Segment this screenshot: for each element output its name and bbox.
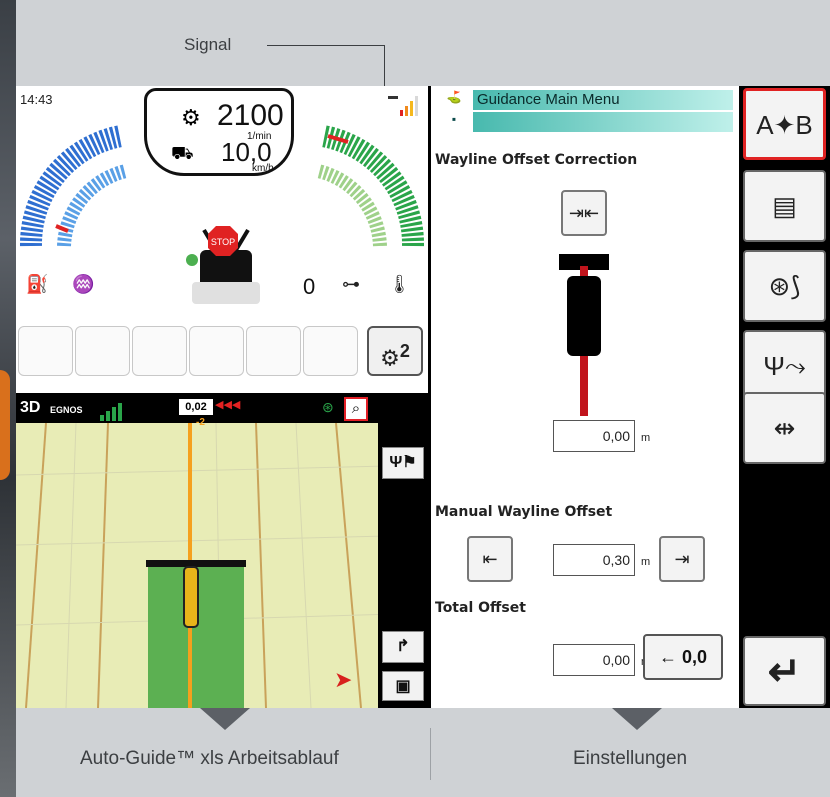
gear-label: 2 xyxy=(399,341,410,361)
guidance-menu-panel: ⛳ ▪ Guidance Main Menu Wayline Offset Co… xyxy=(431,86,739,708)
ab-line-button[interactable]: A✦B xyxy=(743,88,826,160)
correction-source: EGNOS xyxy=(50,405,83,415)
turn-button[interactable]: ↱ xyxy=(382,631,424,663)
total-offset-title: Total Offset xyxy=(435,600,526,616)
manual-offset-unit: m xyxy=(641,556,651,568)
screenshot-root: Signal 14:43 ⚙ 2100 1/min ⛟ 10,0 km/h ST… xyxy=(0,0,830,797)
water-icon: ♒ xyxy=(72,274,95,294)
speed-unit: km/h xyxy=(252,163,274,174)
terminal-screen: 14:43 ⚙ 2100 1/min ⛟ 10,0 km/h STOP ⛽ ♒ … xyxy=(16,86,830,708)
signal-bars-icon xyxy=(388,96,418,116)
steering-status-icon: ⊛ xyxy=(322,399,334,415)
right-gauge-outer-arc xyxy=(320,125,425,247)
wayline-offset-button[interactable]: ⇹ xyxy=(743,392,826,464)
engine-icon: ⚙ xyxy=(181,105,201,130)
stop-label: STOP xyxy=(211,237,235,247)
background-photo-strip xyxy=(0,0,16,797)
harvester-icon: ⛟ xyxy=(171,143,194,163)
total-offset-field: 0,00 xyxy=(553,644,635,676)
steering-settings-button[interactable]: ⊛⟆ xyxy=(743,250,826,322)
cross-track-error: 0,02 xyxy=(179,399,213,415)
view-mode-toggle[interactable]: 3D xyxy=(20,399,40,417)
function-slot-1[interactable] xyxy=(18,326,73,376)
save-icon[interactable]: ▪ xyxy=(435,112,473,132)
function-slot-3[interactable] xyxy=(132,326,187,376)
harvester-status-icon: STOP xyxy=(186,226,260,304)
center-on-line-button[interactable]: ⇥⇤ xyxy=(561,190,607,236)
right-gauge xyxy=(316,125,425,247)
signal-callout-line-vertical xyxy=(384,45,385,87)
caption-divider xyxy=(430,728,431,780)
implement-settings-button[interactable]: ▤ xyxy=(743,170,826,242)
magnifier-icon[interactable]: ⌕ xyxy=(344,397,368,421)
gps-signal-icon xyxy=(100,403,122,421)
rpm-speed-display: ⚙ 2100 1/min ⛟ 10,0 km/h xyxy=(144,88,294,176)
pointer-triangle-left xyxy=(200,708,250,730)
signal-callout-line xyxy=(267,45,385,46)
counter-value: 0 xyxy=(303,274,316,299)
back-arrow-icon[interactable]: ↵ xyxy=(743,636,826,706)
function-slot-5[interactable] xyxy=(246,326,301,376)
manual-offset-field[interactable]: 0,30 xyxy=(553,544,635,576)
fuel-icon: ⛽ xyxy=(26,274,49,294)
reset-offset-label: 0,0 xyxy=(681,647,708,667)
header-bar xyxy=(146,560,246,567)
guidance-title: Guidance Main Menu xyxy=(477,91,620,108)
signal-callout-label: Signal xyxy=(184,35,232,54)
shift-right-button[interactable]: ⇥ xyxy=(659,536,705,582)
clock-display: 14:43 xyxy=(20,92,53,107)
tractor-icon xyxy=(567,276,601,356)
workflow-caption: Auto-Guide™ xls Arbeitsablauf xyxy=(80,748,339,769)
compass-icon: ➤ xyxy=(334,667,353,692)
left-gauge-red-mark xyxy=(55,224,69,233)
pointer-triangle-right xyxy=(612,708,662,730)
field-settings-button[interactable]: Ψ⚑ xyxy=(382,447,424,479)
temperature-icon: 🌡 xyxy=(388,274,411,294)
function-slot-4[interactable] xyxy=(189,326,244,376)
shift-left-button[interactable]: ⇤ xyxy=(467,536,513,582)
function-slot-2[interactable] xyxy=(75,326,130,376)
gear-button[interactable]: ⚙2 xyxy=(367,326,423,376)
left-gauge xyxy=(19,125,128,247)
manual-wayline-offset-title: Manual Wayline Offset xyxy=(435,504,613,520)
guidance-map-panel[interactable]: 3D EGNOS 0,02 ◀◀◀ -2 ⊛ ⌕ Ψ⚑ ↱ ▣ ➤ xyxy=(16,395,428,708)
guidance-menu-icon: ⛳ xyxy=(435,90,473,110)
guidance-subheader-bar xyxy=(435,112,733,132)
correction-value-field: 0,00 xyxy=(553,420,635,452)
correction-unit: m xyxy=(641,432,651,444)
settings-caption: Einstellungen xyxy=(573,748,688,769)
reset-offset-button[interactable]: ← 0,0 xyxy=(643,634,723,680)
left-gauge-inner-arc xyxy=(57,164,128,247)
function-slot-6[interactable] xyxy=(303,326,358,376)
left-gauge-bars xyxy=(19,125,128,247)
vehicle-marker xyxy=(183,566,199,628)
left-gauge-outer-arc xyxy=(19,125,124,247)
wayline-offset-correction-title: Wayline Offset Correction xyxy=(435,152,638,168)
dashboard-panel: 14:43 ⚙ 2100 1/min ⛟ 10,0 km/h STOP ⛽ ♒ … xyxy=(16,86,428,393)
map-field-canvas xyxy=(16,422,428,708)
oil-icon: ⊶ xyxy=(342,274,360,294)
map-view-button[interactable]: ▣ xyxy=(382,671,424,701)
steer-left-indicator: ◀◀◀ xyxy=(215,399,241,411)
rpm-value: 2100 xyxy=(217,99,284,132)
right-gauge-inner-arc xyxy=(316,164,387,247)
cross-track-sub-value: -2 xyxy=(196,417,205,428)
